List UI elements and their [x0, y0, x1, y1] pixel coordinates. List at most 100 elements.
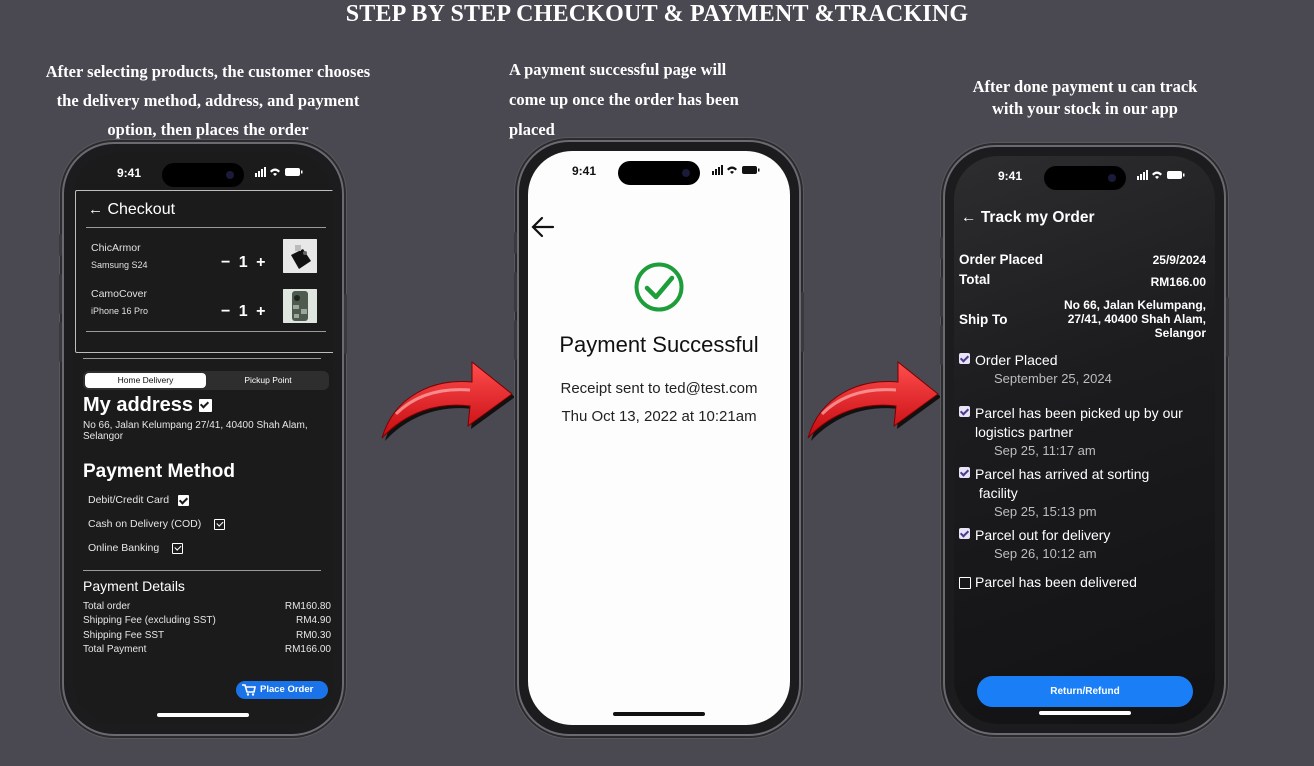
place-order-button[interactable]: Place Order: [236, 681, 328, 699]
payment-success-screen: 9:41 Payment Successful Receipt sent to …: [528, 151, 790, 725]
qty-minus-button[interactable]: −: [221, 254, 232, 271]
back-arrow-icon[interactable]: ←: [88, 201, 103, 218]
qty-value: 1: [238, 303, 250, 320]
status-icons: [255, 167, 303, 177]
payment-option-online-banking[interactable]: Online Banking: [88, 542, 184, 554]
checkout-phone: 9:41 ← Checkout ChicArmor Samsung S24 − …: [59, 142, 347, 736]
payment-checkbox[interactable]: [214, 518, 226, 530]
step-title: Parcel out for delivery: [975, 527, 1111, 543]
detail-value: RM166.00: [284, 644, 331, 655]
step2-caption: A payment successful page will come up o…: [509, 55, 819, 145]
dynamic-island: [618, 161, 700, 185]
place-order-label: Place Order: [260, 684, 314, 695]
receipt-text: Receipt sent to ted@test.com: [560, 380, 758, 397]
home-indicator[interactable]: [613, 712, 705, 716]
phone-side-button: [1226, 297, 1229, 357]
order-placed-date: 25/9/2024: [1152, 253, 1206, 267]
step-time: Sep 25, 15:13 pm: [994, 504, 1097, 519]
divider: [83, 358, 321, 359]
qty-value: 1: [238, 254, 250, 271]
dynamic-island: [162, 163, 244, 187]
product-model: Samsung S24: [91, 260, 148, 270]
detail-label: Shipping Fee (excluding SST): [83, 615, 216, 626]
address-text: No 66, Jalan Kelumpang 27/41, 40400 Shah…: [83, 420, 308, 442]
detail-value: RM160.80: [284, 601, 331, 612]
payment-detail-row: Total order RM160.80: [83, 601, 331, 612]
return-refund-button[interactable]: Return/Refund: [977, 676, 1193, 707]
back-arrow-icon[interactable]: ←: [961, 209, 977, 226]
dynamic-island: [1043, 166, 1126, 190]
cart-icon: [242, 684, 256, 696]
phone-side-button: [59, 234, 62, 256]
step-checkbox-checked[interactable]: [959, 467, 970, 478]
divider: [83, 570, 321, 571]
ship-to-line: No 66, Jalan Kelumpang,: [1063, 298, 1206, 312]
step-time: September 25, 2024: [994, 371, 1112, 386]
track-order-screen: 9:41 ← Track my Order Order Placed 25/9/…: [954, 156, 1215, 724]
product-image[interactable]: [283, 239, 317, 273]
phone-side-button: [514, 272, 517, 312]
track-order-phone: 9:41 ← Track my Order Order Placed 25/9/…: [940, 145, 1229, 735]
address-section-title: My address: [83, 394, 212, 417]
tab-pickup-point[interactable]: Pickup Point: [209, 373, 327, 388]
tab-home-delivery[interactable]: Home Delivery: [85, 373, 206, 388]
detail-label: Shipping Fee SST: [83, 630, 165, 641]
total-label: Total: [959, 272, 991, 287]
payment-detail-row: Shipping Fee (excluding SST) RM4.90: [83, 615, 331, 626]
step-arrow-icon: [381, 360, 515, 441]
payment-success-title: Payment Successful: [559, 332, 759, 357]
detail-label: Total Payment: [83, 644, 147, 655]
home-indicator[interactable]: [1038, 711, 1131, 715]
step1-caption-line: After selecting products, the customer c…: [45, 62, 371, 81]
phone-side-button: [514, 232, 517, 254]
total-value: RM166.00: [1150, 275, 1206, 289]
payment-option-label: Cash on Delivery (COD): [88, 518, 202, 530]
step3-caption-line: with your stock in our app: [992, 99, 1178, 118]
payment-details-title: Payment Details: [83, 578, 185, 594]
track-header[interactable]: ← Track my Order: [961, 209, 1095, 227]
checkout-header[interactable]: ← Checkout: [88, 201, 175, 219]
status-icons: [1137, 170, 1185, 180]
page-title: STEP BY STEP CHECKOUT & PAYMENT &TRACKIN…: [345, 1, 969, 27]
checkout-card: ← Checkout ChicArmor Samsung S24 − 1 + C…: [75, 190, 333, 353]
quantity-stepper[interactable]: − 1 +: [221, 254, 268, 272]
checkout-title: Checkout: [107, 201, 176, 218]
status-time: 9:41: [117, 166, 142, 180]
payment-detail-row: Total Payment RM166.00: [83, 644, 331, 655]
divider: [86, 227, 326, 228]
phone-side-button: [940, 277, 943, 317]
step-checkbox-checked[interactable]: [959, 406, 970, 417]
phone-side-button: [344, 294, 347, 354]
address-checkbox[interactable]: [198, 399, 212, 413]
address-title: My address: [83, 394, 194, 416]
product-image[interactable]: [283, 289, 317, 323]
qty-plus-button[interactable]: +: [256, 303, 267, 320]
checkout-screen: 9:41 ← Checkout ChicArmor Samsung S24 − …: [73, 153, 333, 725]
delivery-method-tabs: Home Delivery Pickup Point: [83, 371, 329, 390]
phone-side-button: [801, 292, 804, 352]
qty-plus-button[interactable]: +: [256, 254, 267, 271]
payment-option-card[interactable]: Debit/Credit Card: [88, 494, 190, 506]
step2-caption-line: A payment successful page will: [509, 60, 727, 79]
ship-to-address: No 66, Jalan Kelumpang, 27/41, 40400 Sha…: [1064, 298, 1206, 340]
ship-to-line: 27/41, 40400 Shah Alam,: [1067, 312, 1206, 326]
home-indicator[interactable]: [157, 713, 249, 717]
status-time: 9:41: [998, 169, 1023, 183]
step-checkbox-checked[interactable]: [959, 528, 970, 539]
qty-minus-button[interactable]: −: [221, 303, 232, 320]
step-time: Sep 25, 11:17 am: [994, 443, 1096, 458]
step-title: Parcel has arrived at sorting: [975, 466, 1150, 482]
step1-caption-line: the delivery method, address, and paymen…: [56, 91, 360, 110]
step-checkbox-unchecked[interactable]: [959, 577, 971, 589]
back-arrow-icon[interactable]: [530, 215, 556, 239]
ship-to-line: Selangor: [1154, 326, 1206, 340]
step-checkbox-checked[interactable]: [959, 353, 970, 364]
quantity-stepper[interactable]: − 1 +: [221, 303, 268, 321]
payment-detail-row: Shipping Fee SST RM0.30: [83, 630, 331, 641]
divider: [86, 331, 326, 332]
payment-checkbox[interactable]: [178, 494, 190, 506]
step-title: Order Placed: [975, 352, 1058, 368]
payment-option-cod[interactable]: Cash on Delivery (COD): [88, 518, 226, 530]
payment-checkbox[interactable]: [172, 542, 184, 554]
product-model: iPhone 16 Pro: [91, 306, 149, 316]
